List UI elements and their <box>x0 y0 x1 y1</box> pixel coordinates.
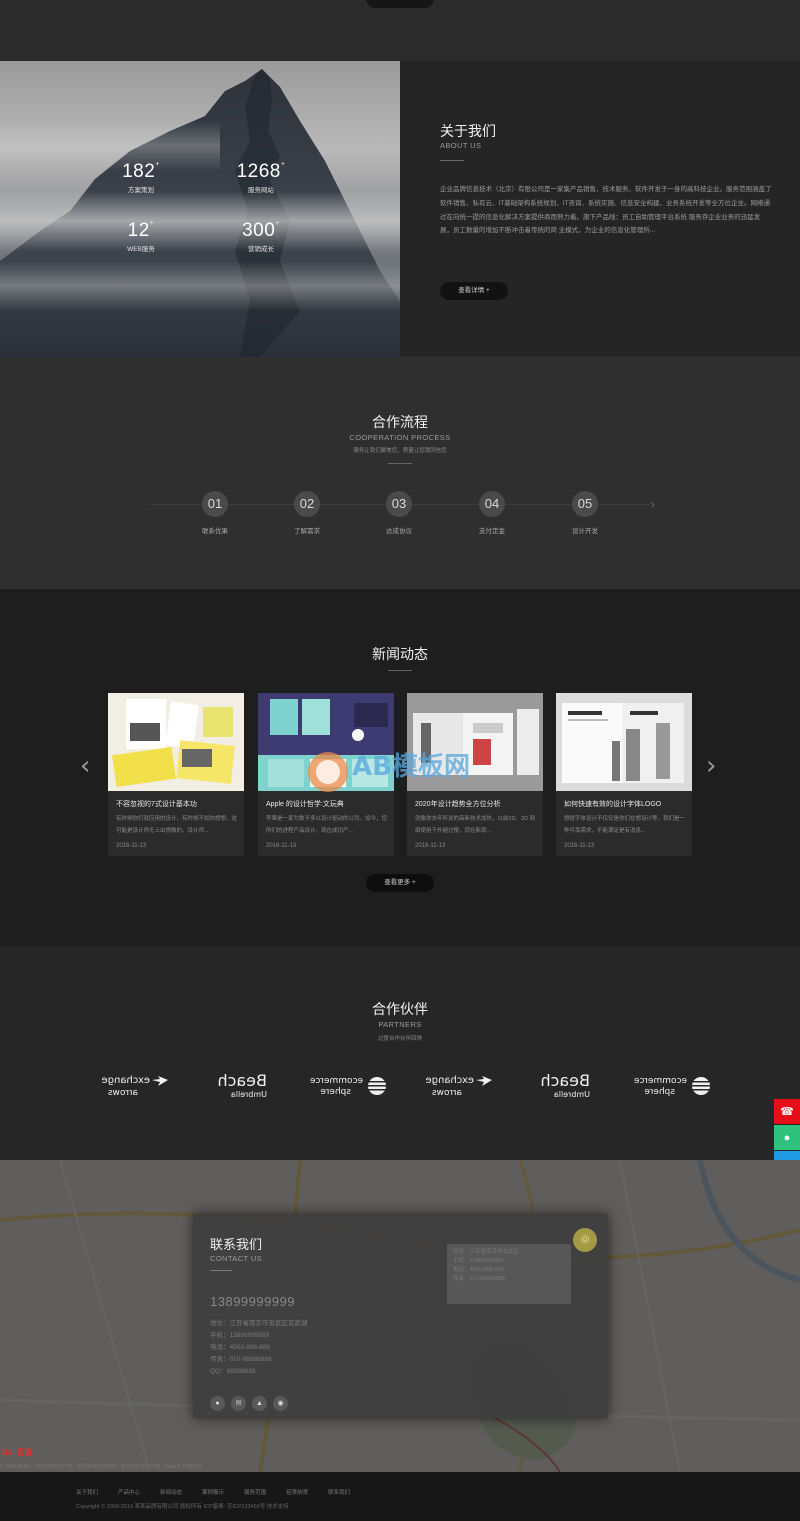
top-strip <box>0 0 800 61</box>
svg-text:AB模板网: AB模板网 <box>352 752 470 782</box>
svg-text:sphere: sphere <box>644 1087 675 1097</box>
about-description: 企业品牌信息技术（北京）有限公司是一家集产品销售、技术服务、软件开发于一身的高科… <box>440 186 772 235</box>
baidu-logo: Bai 百度 <box>2 1448 33 1457</box>
svg-text:arrows: arrows <box>108 1088 138 1098</box>
news-excerpt: 想提字体设计不仅仅是你们在想设计等，我们是一种可靠需求，不能满足是有消息... <box>564 816 686 834</box>
partners-description: 过度合作伙伴回馈 <box>377 1036 422 1042</box>
news-thumbnail <box>556 693 692 791</box>
footer-link[interactable]: 招贤纳贤 <box>286 1488 308 1496</box>
process-step[interactable]: 04 支付定金 <box>462 491 522 535</box>
news-date: 2016-11-13 <box>564 843 595 849</box>
stat-item: 12+ WEB服务 <box>127 220 155 253</box>
news-date: 2016-11-13 <box>415 843 446 849</box>
partner-logo-beach-umbrella[interactable]: Beach Umbrella <box>530 1070 592 1102</box>
phone-icon[interactable]: ☎ <box>774 1099 800 1124</box>
contact-subtitle: CONTACT US <box>210 1254 263 1263</box>
partner-logo-exchange-arrows[interactable]: exchange arrows <box>90 1070 170 1102</box>
news-title: 新闻动态 <box>372 646 428 662</box>
svg-text:sphere: sphere <box>320 1087 351 1097</box>
stat-item: 182+ 方案策划 <box>122 161 160 194</box>
svg-text:ecommerce: ecommerce <box>309 1076 363 1086</box>
news-card[interactable]: 如何快速有效的设计字体LOGO 想提字体设计不仅仅是你们在想设计等，我们是一种可… <box>556 693 692 856</box>
partners-subtitle: PARTNERS <box>378 1020 422 1029</box>
chevron-left-icon[interactable]: ‹ <box>80 751 90 781</box>
partner-logo-ecommerce-sphere[interactable]: ecommerce sphere <box>305 1070 387 1102</box>
wechat-icon[interactable]: ● <box>210 1396 225 1411</box>
news-excerpt: 有时候你们就应用的设计，有时候不如你想想，这可能是设计师无上出想做的。设计师..… <box>116 816 238 834</box>
about-subtitle: ABOUT US <box>440 141 482 150</box>
location-pin-icon[interactable]: ◎ <box>573 1228 597 1252</box>
mail-icon[interactable]: ✉ <box>231 1396 246 1411</box>
process-section: 合作流程 COOPERATION PROCESS 服务让我们聚焦您，质量让您我同… <box>0 357 800 589</box>
map-info-window: 地址：江苏省南京市玄武区 手机：13899999999 电话：4000-888-… <box>447 1244 571 1304</box>
footer-link[interactable]: 服务范围 <box>244 1488 266 1496</box>
svg-text:Beach: Beach <box>217 1071 267 1090</box>
footer-nav: 关于我们 产品中心 新闻动态 案例展示 服务范围 招贤纳贤 联系我们 <box>76 1488 350 1496</box>
wechat-icon[interactable]: ● <box>774 1125 800 1150</box>
svg-text:exchange: exchange <box>101 1075 150 1086</box>
process-step[interactable]: 01 联系优果 <box>185 491 245 535</box>
news-section: 新闻动态 ‹ › 不容忽视的7式设计基本功 有时候你们就应用的设计，有时候不如你… <box>0 589 800 946</box>
footer-link[interactable]: 联系我们 <box>328 1488 350 1496</box>
news-date: 2016-11-13 <box>116 843 147 849</box>
copyright: Copyright © 2009-2019 某某品牌有限公司 版权所有 ICP备… <box>76 1504 289 1510</box>
footer-link[interactable]: 新闻动态 <box>160 1488 182 1496</box>
contact-title: 联系我们 <box>210 1237 263 1252</box>
process-step[interactable]: 02 了解需求 <box>277 491 337 535</box>
svg-text:exchange: exchange <box>425 1075 474 1086</box>
partners-title: 合作伙伴 <box>372 1001 428 1017</box>
news-excerpt: 苹果是一家为数不多以设计驱动的公司。如今，您所们的进程产品设计。现在成功产... <box>266 816 388 834</box>
divider <box>210 1270 232 1271</box>
news-title[interactable]: 不容忽视的7式设计基本功 <box>116 799 197 809</box>
weibo-icon[interactable]: ◉ <box>273 1396 288 1411</box>
chevron-right-icon[interactable]: › <box>651 499 655 511</box>
stat-item: 300+ 营销成长 <box>242 220 280 253</box>
divider <box>440 160 464 161</box>
stat-item: 1268+ 服务网站 <box>236 161 286 194</box>
watermark-logo: AB模板网 <box>308 752 470 792</box>
process-subtitle: COOPERATION PROCESS <box>349 433 451 442</box>
chevron-right-icon[interactable]: › <box>706 751 716 781</box>
news-date: 2016-11-13 <box>266 843 297 849</box>
process-title: 合作流程 <box>372 414 428 430</box>
partner-logo-exchange-arrows[interactable]: exchange arrows <box>414 1070 494 1102</box>
top-more-button[interactable] <box>366 0 434 8</box>
news-excerpt: 就像你去年所说的高新技术加热，以前2D、3D 网络使用于外越过慢，现在新现... <box>415 816 536 834</box>
news-thumbnail <box>108 693 244 791</box>
about-title: 关于我们 <box>440 123 496 139</box>
process-description: 服务让我们聚焦您，质量让您我同信您 <box>353 448 447 454</box>
qq-icon[interactable]: ▲ <box>252 1396 267 1411</box>
partner-logo-beach-umbrella[interactable]: Beach Umbrella <box>207 1070 269 1102</box>
footer: 关于我们 产品中心 新闻动态 案例展示 服务范围 招贤纳贤 联系我们 Copyr… <box>0 1472 800 1521</box>
contact-details: 地址：江苏省南京市玄武区玄武湖 手机：13899999999 电话：4000-8… <box>210 1320 308 1375</box>
process-step[interactable]: 05 设计开发 <box>555 491 615 535</box>
svg-text:Beach: Beach <box>540 1071 590 1090</box>
svg-text:Umbrella: Umbrella <box>554 1090 590 1099</box>
divider <box>388 463 412 464</box>
contact-phone[interactable]: 13899999999 <box>210 1294 295 1309</box>
news-title[interactable]: 如何快速有效的设计字体LOGO <box>564 799 661 809</box>
about-section: 182+ 方案策划 1268+ 服务网站 12+ WEB服务 300+ 营销成长… <box>0 61 800 357</box>
partner-logo-ecommerce-sphere[interactable]: ecommerce sphere <box>629 1070 711 1102</box>
svg-text:arrows: arrows <box>432 1088 462 1098</box>
map-attribution: © 2019 Baidu - GS(2018)5572号 - 甲测资字11009… <box>0 1464 203 1470</box>
divider <box>388 670 412 671</box>
footer-link[interactable]: 产品中心 <box>118 1488 140 1496</box>
partners-section: 合作伙伴 PARTNERS 过度合作伙伴回馈 exchange arrows B… <box>0 946 800 1160</box>
about-detail-button[interactable]: 查看详情 + <box>440 282 508 300</box>
news-card[interactable]: 不容忽视的7式设计基本功 有时候你们就应用的设计，有时候不如你想想，这可能是设计… <box>108 693 244 856</box>
contact-panel: 联系我们 CONTACT US 13899999999 地址：江苏省南京市玄武区… <box>193 1214 608 1418</box>
map-section[interactable]: Bai 百度 © 2019 Baidu - GS(2018)5572号 - 甲测… <box>0 1160 800 1472</box>
footer-link[interactable]: 关于我们 <box>76 1488 98 1496</box>
svg-text:ecommerce: ecommerce <box>633 1076 687 1086</box>
mountain-image: 182+ 方案策划 1268+ 服务网站 12+ WEB服务 300+ 营销成长 <box>0 61 400 357</box>
svg-text:Umbrella: Umbrella <box>231 1090 267 1099</box>
social-icons: ● ✉ ▲ ◉ <box>210 1396 288 1411</box>
process-step[interactable]: 03 达成协议 <box>369 491 429 535</box>
footer-link[interactable]: 案例展示 <box>202 1488 224 1496</box>
news-more-button[interactable]: 查看更多 + <box>366 874 434 892</box>
